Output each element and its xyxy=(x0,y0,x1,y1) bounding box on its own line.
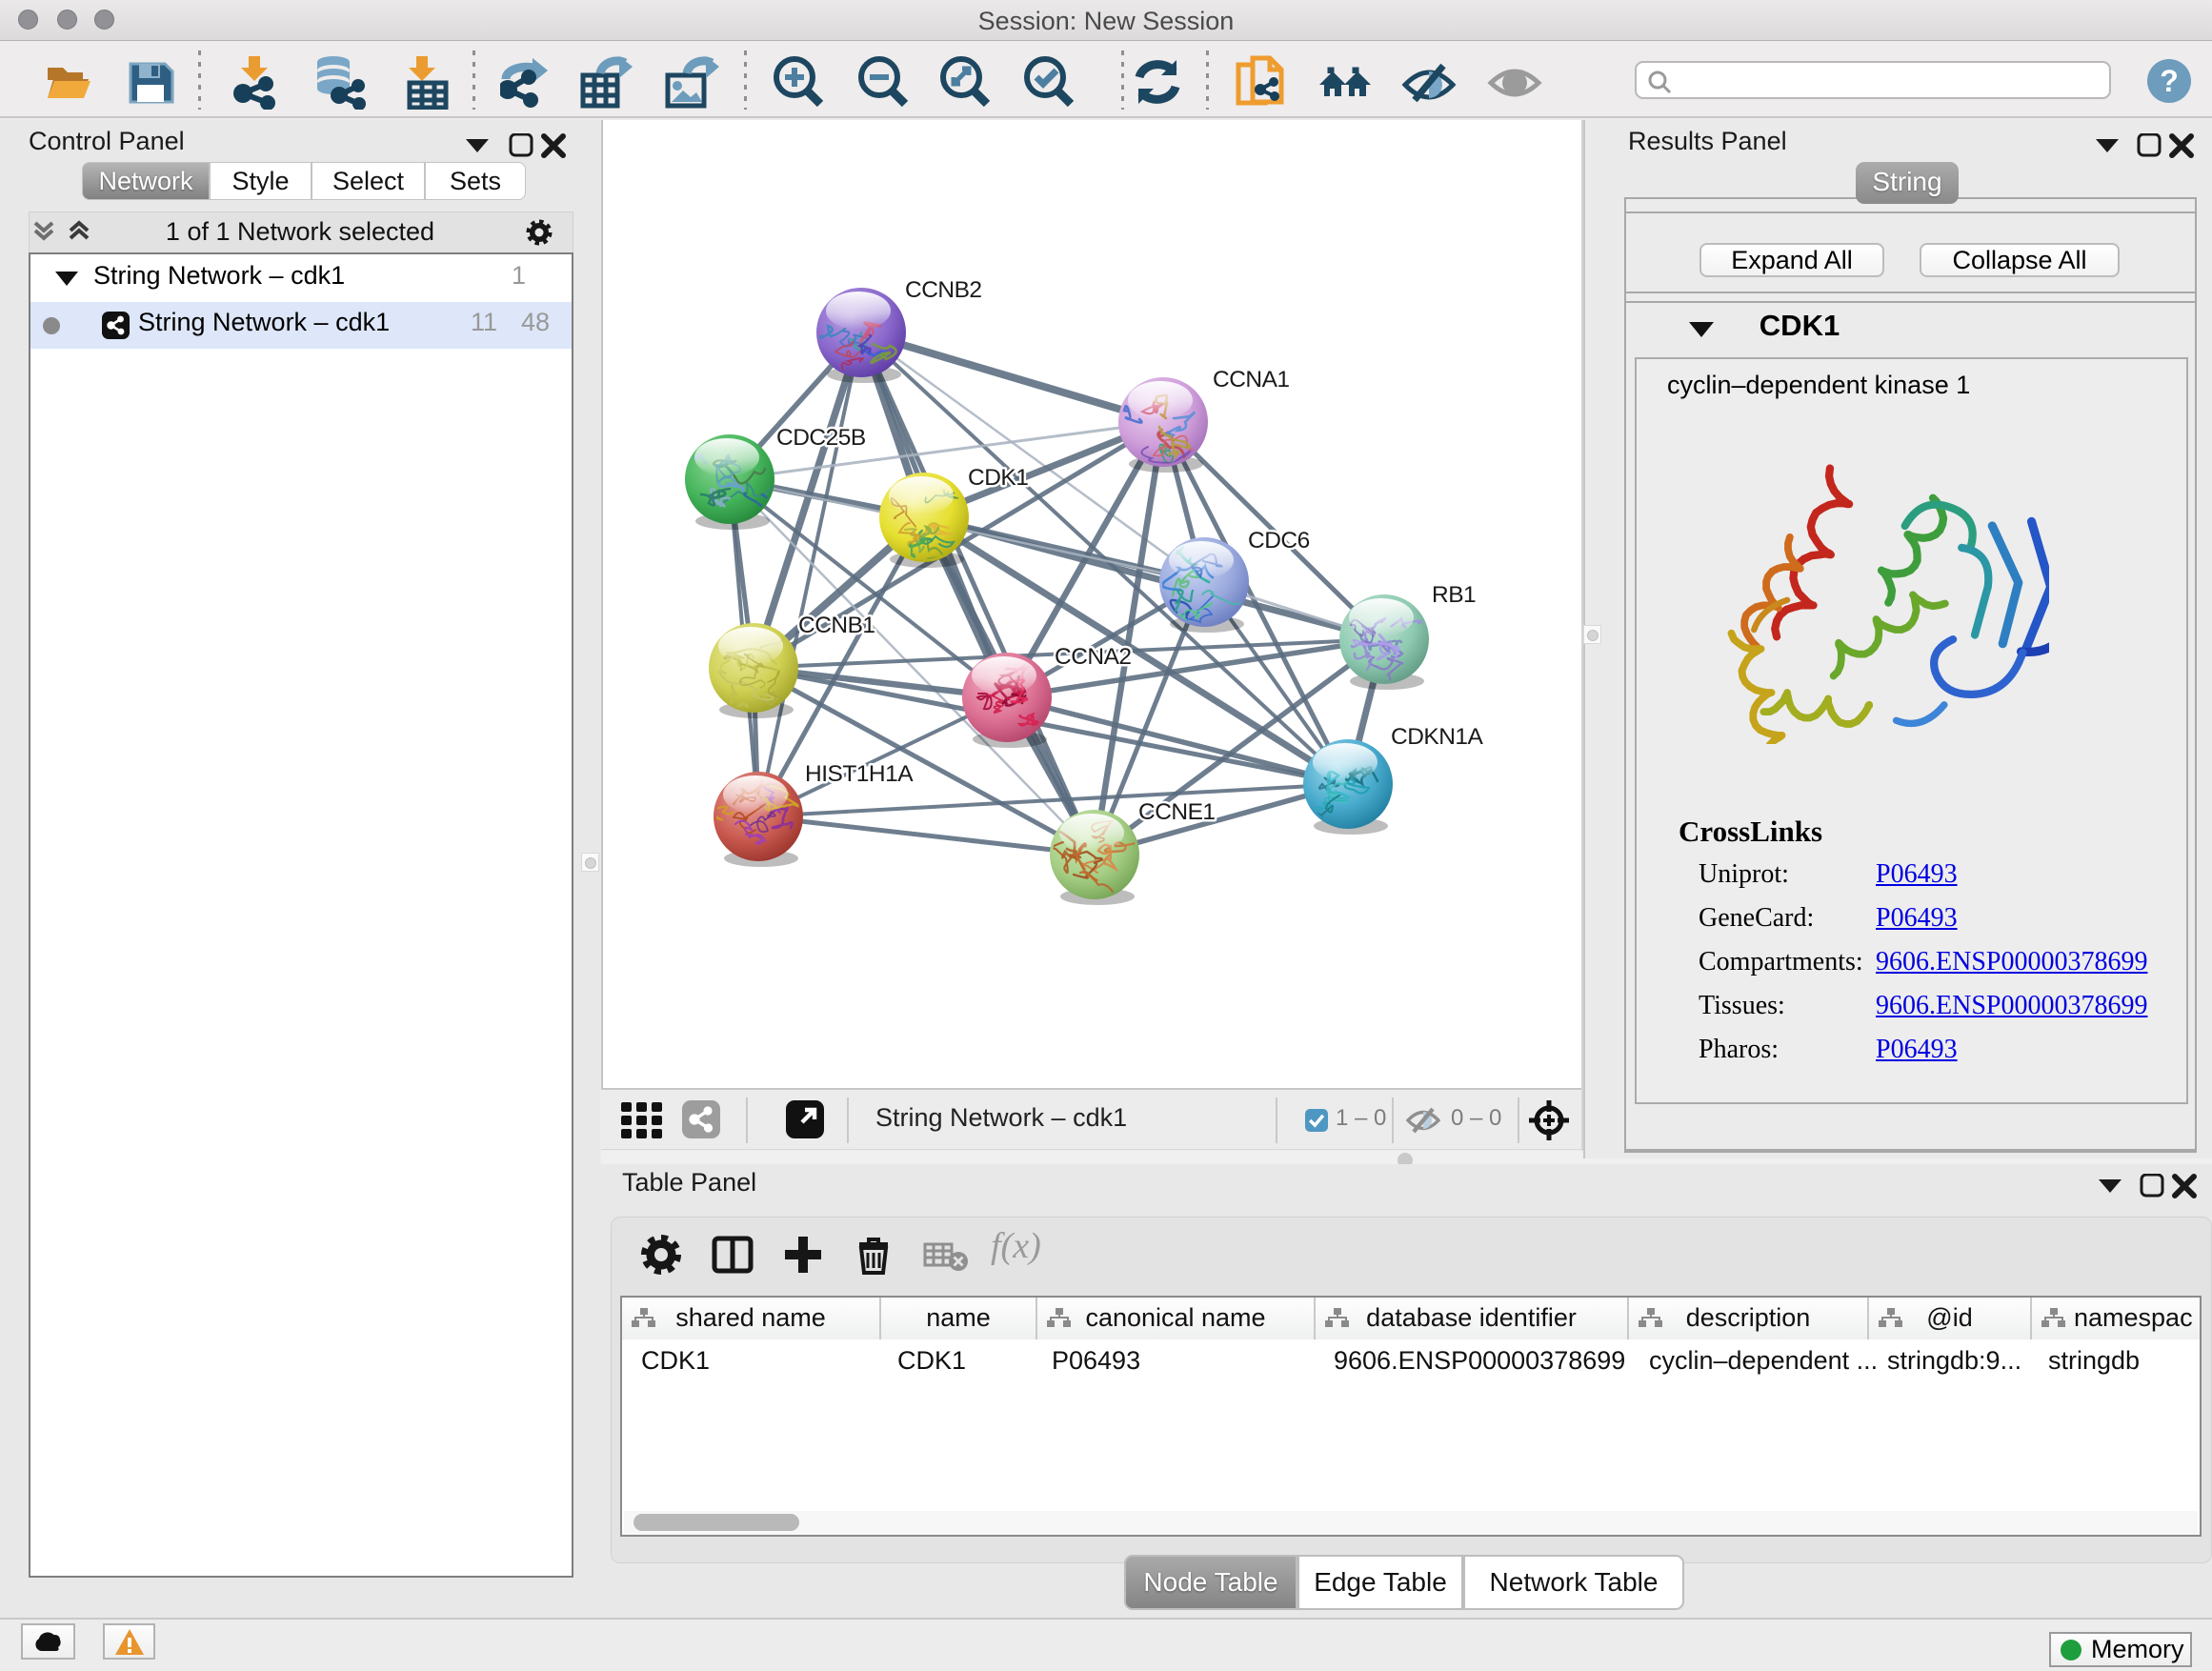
svg-text:RB1: RB1 xyxy=(1432,582,1476,608)
svg-text:CCNB1: CCNB1 xyxy=(798,613,875,638)
svg-text:CDK1: CDK1 xyxy=(968,465,1028,491)
svg-text:CDKN1A: CDKN1A xyxy=(1391,724,1484,750)
svg-text:CDC25B: CDC25B xyxy=(776,425,866,451)
svg-text:CCNA2: CCNA2 xyxy=(1055,644,1132,670)
svg-text:HIST1H1A: HIST1H1A xyxy=(805,761,914,787)
svg-text:CCNE1: CCNE1 xyxy=(1138,799,1216,825)
svg-text:CCNA1: CCNA1 xyxy=(1213,367,1290,393)
svg-text:CCNB2: CCNB2 xyxy=(905,277,982,303)
svg-text:?: ? xyxy=(2160,64,2179,98)
svg-text:CDC6: CDC6 xyxy=(1248,528,1310,554)
